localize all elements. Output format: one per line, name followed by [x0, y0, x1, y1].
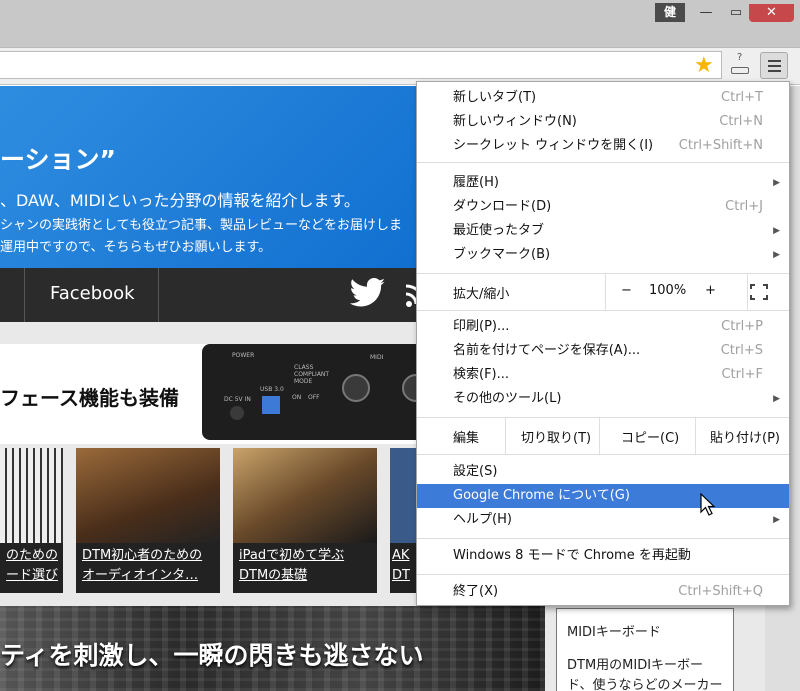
banner-text: フェース機能も装備	[0, 386, 179, 410]
menu-separator	[417, 574, 789, 575]
menu-item-save-page[interactable]: 名前を付けてページを保存(A)... Ctrl+S	[417, 339, 789, 363]
hero-text-1: 、DAW、MIDIといった分野の情報を紹介します。	[0, 191, 360, 210]
mouse-cursor-icon	[700, 493, 716, 516]
close-button[interactable]: ✕	[749, 4, 794, 22]
menu-item-restart-windows8[interactable]: Windows 8 モードで Chrome を再起動	[417, 544, 789, 568]
zoom-label: 拡大/縮小	[453, 287, 510, 302]
maximize-button[interactable]: ▭	[723, 4, 749, 22]
feature-banner[interactable]: ティを刺激し、一瞬の閃きも逃さない	[0, 606, 545, 691]
menu-item-settings[interactable]: 設定(S)	[417, 460, 789, 484]
twitter-icon[interactable]	[350, 278, 386, 308]
menu-item-find[interactable]: 検索(F)... Ctrl+F	[417, 363, 789, 387]
menu-separator	[417, 310, 789, 311]
hamburger-menu-icon[interactable]	[760, 52, 788, 79]
sidebar-card[interactable]: MIDIキーボード DTM用のMIDIキーボー ド、使うならどのメーカー	[556, 608, 734, 691]
article-card[interactable]: iPadで初めて学ぶ DTMの基礎	[233, 448, 377, 593]
submenu-arrow-icon: ▶	[773, 250, 780, 260]
cut-button[interactable]: 切り取り(T)	[521, 427, 591, 446]
usb-port-shape	[262, 396, 280, 414]
fullscreen-icon[interactable]	[750, 284, 768, 300]
zoom-row: 拡大/縮小 − 100% +	[417, 274, 789, 310]
nav-divider	[158, 268, 159, 322]
hero-text-2: シャンの実践術としても役立つ記事、製品レビューなどをお届けしま	[0, 218, 402, 233]
menu-item-recent-tabs[interactable]: 最近使ったタブ ▶	[417, 219, 789, 243]
menu-item-new-tab[interactable]: 新しいタブ(T) Ctrl+T	[417, 86, 789, 110]
browser-toolbar: ★ ?	[0, 48, 800, 85]
menu-item-bookmarks[interactable]: ブックマーク(B) ▶	[417, 243, 789, 267]
menu-item-more-tools[interactable]: その他のツール(L) ▶	[417, 387, 789, 411]
submenu-arrow-icon: ▶	[773, 394, 780, 404]
nav-facebook-link[interactable]: Facebook	[50, 283, 135, 304]
menu-item-new-window[interactable]: 新しいウィンドウ(N) Ctrl+N	[417, 110, 789, 134]
sidebar-card-text: DTM用のMIDIキーボー	[567, 658, 704, 673]
menu-item-exit[interactable]: 終了(X) Ctrl+Shift+Q	[417, 580, 789, 604]
menu-item-help[interactable]: ヘルプ(H) ▶	[417, 508, 789, 532]
copy-button[interactable]: コピー(C)	[621, 427, 679, 446]
extension-bar-shape	[731, 67, 749, 74]
edit-row: 編集 切り取り(T) コピー(C) 貼り付け(P)	[417, 418, 789, 454]
zoom-out-button[interactable]: −	[621, 283, 632, 298]
paste-button[interactable]: 貼り付け(P)	[710, 427, 780, 446]
star-icon[interactable]: ★	[694, 53, 714, 79]
extension-icon[interactable]: ?	[730, 52, 750, 76]
minimize-button[interactable]: —	[693, 4, 719, 22]
nav-divider	[24, 268, 25, 322]
title-bar: 健 — ▭ ✕	[0, 0, 800, 48]
article-card[interactable]: DTM初心者のための オーディオインタ…	[76, 448, 220, 593]
browser-window: 健 — ▭ ✕ ★ ? ーション” 、DAW、MIDIといった分野の情報を紹介し…	[0, 0, 800, 691]
menu-item-downloads[interactable]: ダウンロード(D) Ctrl+J	[417, 195, 789, 219]
submenu-arrow-icon: ▶	[773, 515, 780, 525]
menu-item-incognito[interactable]: シークレット ウィンドウを開く(I) Ctrl+Shift+N	[417, 134, 789, 158]
address-bar[interactable]: ★	[0, 51, 722, 79]
menu-separator	[417, 538, 789, 539]
chrome-menu: 新しいタブ(T) Ctrl+T 新しいウィンドウ(N) Ctrl+N シークレット …	[416, 81, 790, 606]
menu-separator	[417, 162, 789, 163]
sidebar-card-text: ド、使うならどのメーカー	[567, 678, 723, 691]
submenu-arrow-icon: ▶	[773, 178, 780, 188]
menu-item-print[interactable]: 印刷(P)... Ctrl+P	[417, 315, 789, 339]
menu-separator	[417, 454, 789, 455]
menu-item-about-chrome[interactable]: Google Chrome について(G)	[417, 484, 789, 508]
hero-text-3: 運用中ですので、そちらもぜひお願いします。	[0, 240, 272, 255]
hero-title: ーション”	[0, 145, 116, 174]
feature-banner-text: ティを刺激し、一瞬の閃きも逃さない	[0, 641, 424, 670]
submenu-arrow-icon: ▶	[773, 226, 780, 236]
edit-label: 編集	[453, 431, 480, 446]
article-card[interactable]: のための ード選び	[0, 448, 63, 593]
profile-badge[interactable]: 健	[655, 3, 685, 22]
zoom-level: 100%	[649, 283, 687, 298]
sidebar-card-title: MIDIキーボード	[567, 625, 661, 640]
zoom-in-button[interactable]: +	[705, 283, 716, 298]
menu-item-history[interactable]: 履歴(H) ▶	[417, 171, 789, 195]
